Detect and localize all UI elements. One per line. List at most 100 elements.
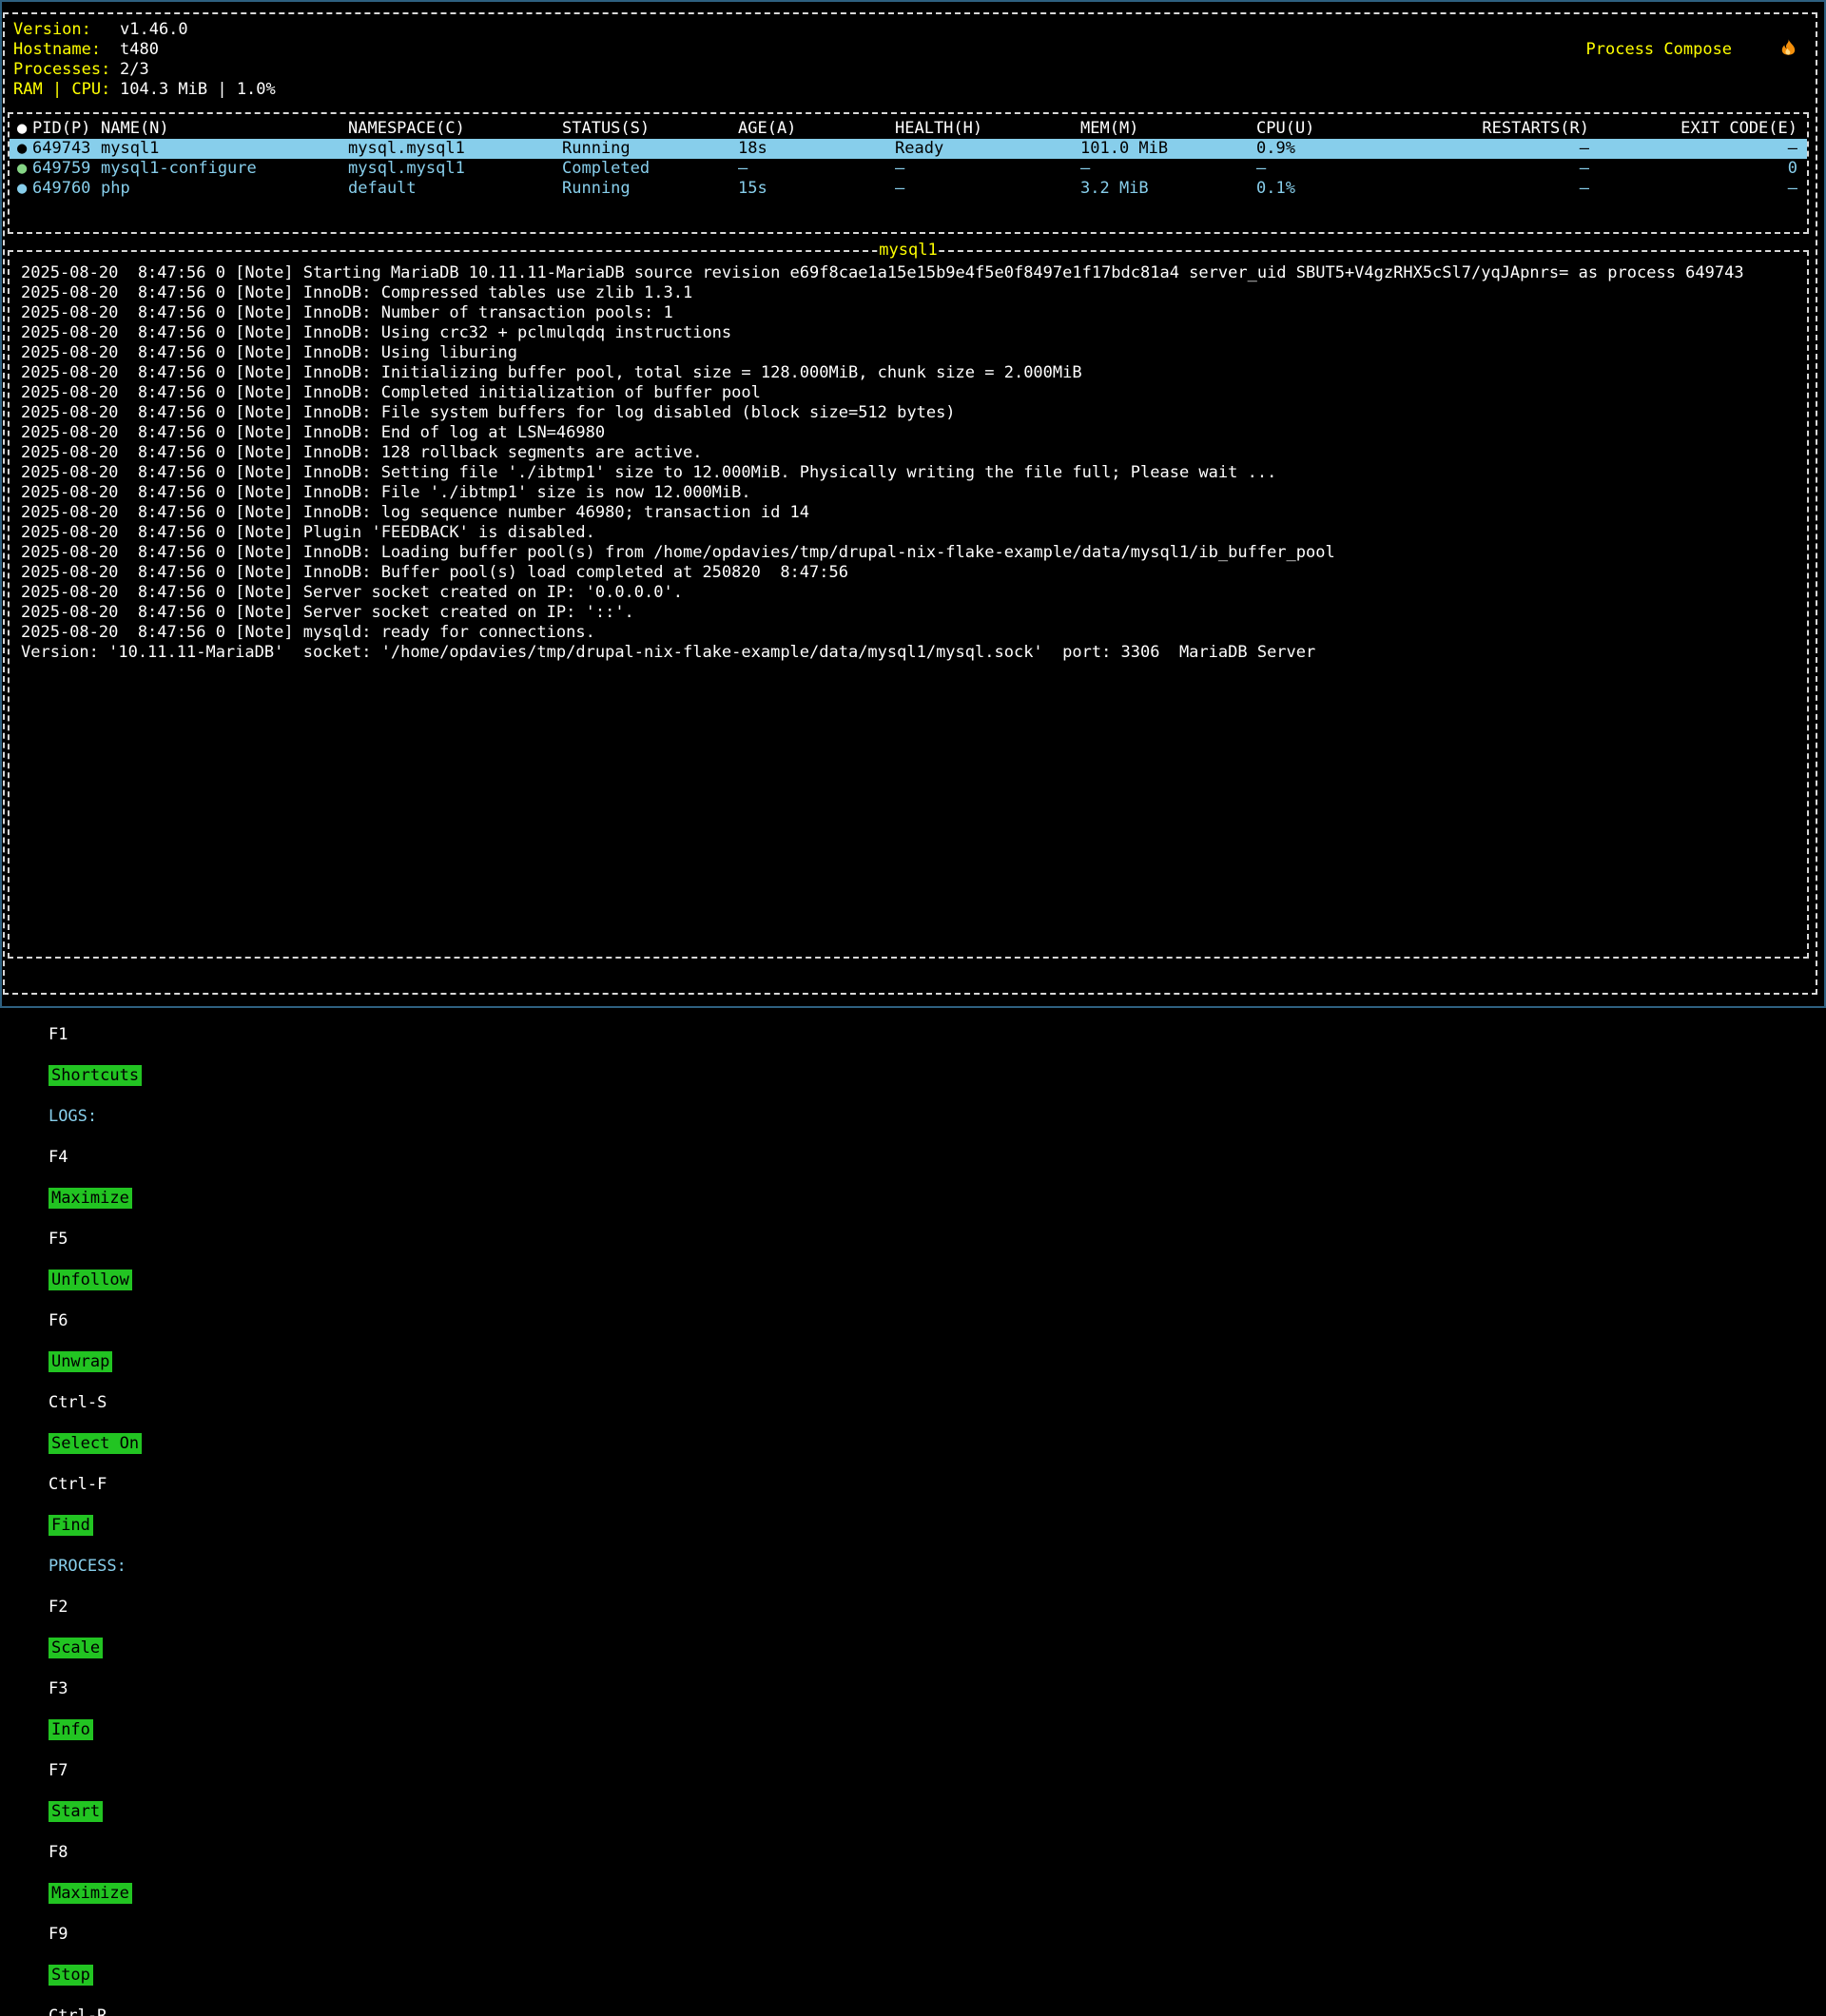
log-line: 2025-08-20 8:47:56 0 [Note] InnoDB: Comp…	[21, 283, 1801, 303]
cell-restarts: –	[1408, 179, 1589, 199]
log-line: 2025-08-20 8:47:56 0 [Note] InnoDB: 128 …	[21, 443, 1801, 463]
status-dot-icon: ●	[17, 179, 32, 199]
log-line: 2025-08-20 8:47:56 0 [Note] InnoDB: Buff…	[21, 563, 1801, 583]
column-header-age[interactable]: AGE(A)	[738, 119, 895, 139]
process-rows: ● 649743 mysql1 mysql.mysql1 Running 18s…	[10, 139, 1807, 199]
process-table-panel: ● PID(P) NAME(N) NAMESPACE(C) STATUS(S) …	[8, 112, 1809, 234]
cell-age: 18s	[738, 139, 895, 159]
status-dot-icon: ●	[17, 159, 32, 179]
column-header-mem[interactable]: MEM(M)	[1080, 119, 1256, 139]
cell-status: Running	[562, 179, 738, 199]
stop-button[interactable]: Stop	[49, 1965, 93, 1986]
shortcut-key-f5[interactable]: F5	[49, 1229, 68, 1250]
column-header-restarts[interactable]: RESTARTS(R)	[1408, 119, 1589, 139]
info-value: v1.46.0	[110, 20, 276, 40]
cell-pid: 649759	[32, 159, 101, 179]
find-button[interactable]: Find	[49, 1515, 93, 1536]
cell-exit-code: –	[1589, 179, 1797, 199]
shortcut-key-ctrl-s[interactable]: Ctrl-S	[49, 1392, 107, 1413]
shortcut-bar: F1 Shortcuts LOGS: F4 Maximize F5 Unfoll…	[10, 964, 151, 985]
log-line: 2025-08-20 8:47:56 0 [Note] InnoDB: Sett…	[21, 463, 1801, 483]
cell-status: Completed	[562, 159, 738, 179]
log-line: 2025-08-20 8:47:56 0 [Note] InnoDB: Usin…	[21, 323, 1801, 343]
cell-cpu: 0.9%	[1256, 139, 1408, 159]
fire-icon	[1740, 18, 1797, 82]
app-title: Process Compose	[1586, 18, 1797, 82]
cell-health: –	[895, 179, 1080, 199]
start-button[interactable]: Start	[49, 1801, 103, 1822]
cell-mem: 3.2 MiB	[1080, 179, 1256, 199]
log-line: 2025-08-20 8:47:56 0 [Note] Server socke…	[21, 603, 1801, 623]
info-label: Processes:	[13, 60, 110, 80]
cell-namespace: default	[348, 179, 562, 199]
cell-mem: 101.0 MiB	[1080, 139, 1256, 159]
table-header-row: ● PID(P) NAME(N) NAMESPACE(C) STATUS(S) …	[10, 119, 1807, 139]
column-header-exit-code[interactable]: EXIT CODE(E)	[1589, 119, 1797, 139]
shortcut-key-f9[interactable]: F9	[49, 1924, 68, 1945]
select-on-button[interactable]: Select On	[49, 1433, 142, 1454]
info-button[interactable]: Info	[49, 1719, 93, 1740]
cell-pid: 649743	[32, 139, 101, 159]
process-maximize-button[interactable]: Maximize	[49, 1883, 132, 1904]
cell-name: php	[101, 179, 348, 199]
shortcut-key-f8[interactable]: F8	[49, 1842, 68, 1863]
cell-restarts: –	[1408, 159, 1589, 179]
log-line: 2025-08-20 8:47:56 0 [Note] InnoDB: File…	[21, 483, 1801, 503]
system-info-panel: Version: v1.46.0 Hostname: t480 Processe…	[13, 20, 276, 100]
column-header-name[interactable]: NAME(N)	[101, 119, 348, 139]
cell-age: 15s	[738, 179, 895, 199]
log-line: Version: '10.11.11-MariaDB' socket: '/ho…	[21, 643, 1801, 663]
info-field: Version: v1.46.0	[13, 20, 276, 40]
cell-status: Running	[562, 139, 738, 159]
log-line: 2025-08-20 8:47:56 0 [Note] InnoDB: Init…	[21, 363, 1801, 383]
column-header-status[interactable]: STATUS(S)	[562, 119, 738, 139]
cell-namespace: mysql.mysql1	[348, 159, 562, 179]
shortcut-key-f6[interactable]: F6	[49, 1310, 68, 1331]
shortcut-key-f1[interactable]: F1	[49, 1024, 68, 1045]
log-line: 2025-08-20 8:47:56 0 [Note] InnoDB: Usin…	[21, 343, 1801, 363]
cell-age: –	[738, 159, 895, 179]
shortcut-key-f7[interactable]: F7	[49, 1760, 68, 1781]
status-dot-icon: ●	[17, 139, 32, 159]
log-line: 2025-08-20 8:47:56 0 [Note] mysqld: read…	[21, 623, 1801, 643]
info-field: RAM | CPU: 104.3 MiB | 1.0%	[13, 80, 276, 100]
shortcut-key-f3[interactable]: F3	[49, 1678, 68, 1699]
unfollow-button[interactable]: Unfollow	[49, 1270, 132, 1290]
shortcuts-button[interactable]: Shortcuts	[49, 1065, 142, 1086]
column-header-pid[interactable]: PID(P)	[32, 119, 101, 139]
unwrap-button[interactable]: Unwrap	[49, 1351, 112, 1372]
process-row[interactable]: ● 649759 mysql1-configure mysql.mysql1 C…	[10, 159, 1807, 179]
log-panel[interactable]: mysql1 2025-08-20 8:47:56 0 [Note] Start…	[8, 250, 1809, 959]
logs-maximize-button[interactable]: Maximize	[49, 1188, 132, 1209]
shortcut-key-f2[interactable]: F2	[49, 1597, 68, 1618]
column-header-cpu[interactable]: CPU(U)	[1256, 119, 1408, 139]
cell-name: mysql1	[101, 139, 348, 159]
cell-exit-code: 0	[1589, 159, 1797, 179]
log-line: 2025-08-20 8:47:56 0 [Note] InnoDB: log …	[21, 503, 1801, 523]
info-field: Hostname: t480	[13, 40, 276, 60]
process-row[interactable]: ● 649743 mysql1 mysql.mysql1 Running 18s…	[10, 139, 1807, 159]
log-line: 2025-08-20 8:47:56 0 [Note] Plugin 'FEED…	[21, 523, 1801, 543]
info-value: 2/3	[110, 60, 276, 80]
info-value: 104.3 MiB | 1.0%	[110, 80, 276, 100]
status-dot-icon: ●	[17, 119, 32, 139]
scale-button[interactable]: Scale	[49, 1638, 103, 1658]
log-line: 2025-08-20 8:47:56 0 [Note] InnoDB: Comp…	[21, 383, 1801, 403]
column-header-health[interactable]: HEALTH(H)	[895, 119, 1080, 139]
shortcut-key-ctrl-f[interactable]: Ctrl-F	[49, 1474, 107, 1495]
shortcut-key-ctrl-r[interactable]: Ctrl-R	[49, 2006, 107, 2016]
cell-name: mysql1-configure	[101, 159, 348, 179]
process-row[interactable]: ● 649760 php default Running 15s – 3.2 M…	[10, 179, 1807, 199]
process-section-label: PROCESS:	[49, 1556, 136, 1577]
log-panel-title: mysql1	[877, 241, 939, 261]
cell-namespace: mysql.mysql1	[348, 139, 562, 159]
column-header-namespace[interactable]: NAMESPACE(C)	[348, 119, 562, 139]
shortcut-key-f4[interactable]: F4	[49, 1147, 68, 1168]
cell-health: –	[895, 159, 1080, 179]
info-field: Processes: 2/3	[13, 60, 276, 80]
cell-cpu: –	[1256, 159, 1408, 179]
logs-section-label: LOGS:	[49, 1106, 107, 1127]
log-line: 2025-08-20 8:47:56 0 [Note] InnoDB: Load…	[21, 543, 1801, 563]
cell-health: Ready	[895, 139, 1080, 159]
log-lines: 2025-08-20 8:47:56 0 [Note] Starting Mar…	[21, 263, 1801, 663]
